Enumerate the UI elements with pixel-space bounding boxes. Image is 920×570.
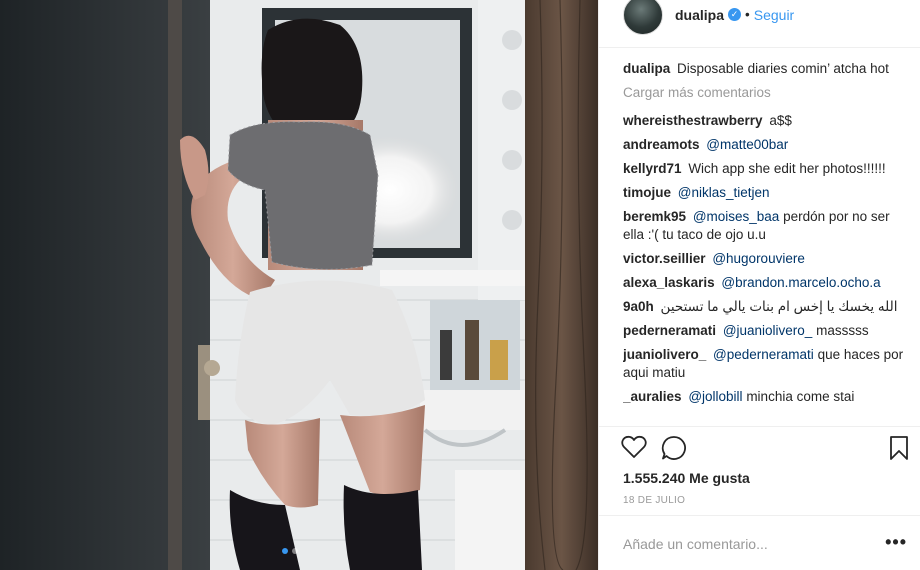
post-side-panel: dualipa ✓ • Seguir dualipa Disposable di… [598, 0, 920, 570]
more-options-button[interactable]: ••• [885, 533, 907, 551]
add-comment-bar: ••• [599, 515, 920, 570]
comment-mention[interactable]: @hugorouviere [712, 251, 805, 266]
action-bar [599, 426, 920, 466]
separator-dot: • [745, 7, 750, 22]
comment-item: victor.seillier @hugorouviere [623, 250, 909, 268]
comment-item: _auralies @jollobill minchia come stai [623, 388, 909, 406]
comment-mention[interactable]: @pederneramati [713, 347, 814, 362]
comment-username[interactable]: whereisthestrawberry [623, 113, 763, 128]
comment-mention[interactable]: @niklas_tietjen [678, 185, 770, 200]
comment-item: juaniolivero_ @pederneramati que haces p… [623, 346, 909, 382]
follow-button[interactable]: Seguir [754, 7, 794, 23]
speech-bubble-icon[interactable] [661, 435, 687, 464]
comment-mention[interactable]: @jollobill [688, 389, 742, 404]
post-image [0, 0, 598, 570]
comment-text: masssss [816, 323, 869, 338]
heart-icon[interactable] [621, 435, 647, 462]
comment-item: 9a0h الله يخسك يا إخس ام بنات يالي ما تس… [623, 298, 909, 316]
post-header: dualipa ✓ • Seguir [599, 0, 920, 48]
comment-mention[interactable]: @juaniolivero_ [723, 323, 813, 338]
comment-username[interactable]: pederneramati [623, 323, 716, 338]
comment-username[interactable]: timojue [623, 185, 671, 200]
carousel-dot-active [282, 548, 288, 554]
comment-text: الله يخسك يا إخس ام بنات يالي ما تستحين [660, 299, 898, 314]
carousel-dots [282, 548, 298, 554]
bookmark-icon[interactable] [889, 435, 909, 464]
comment-username[interactable]: 9a0h [623, 299, 654, 314]
comment-item: beremk95 @moises_baa perdón por no ser e… [623, 208, 909, 244]
comment-item: timojue @niklas_tietjen [623, 184, 909, 202]
comment-username[interactable]: beremk95 [623, 209, 686, 224]
comment-item: pederneramati @juaniolivero_ masssss [623, 322, 909, 340]
post-photo[interactable] [0, 0, 598, 570]
comment-username[interactable]: _auralies [623, 389, 682, 404]
comment-text: Wich app she edit her photos!!!!!! [688, 161, 886, 176]
comment-username[interactable]: alexa_laskaris [623, 275, 715, 290]
comment-username[interactable]: juaniolivero_ [623, 347, 706, 362]
comment-item: whereisthestrawberry a$$ [623, 112, 909, 130]
carousel-dot [292, 548, 298, 554]
comment-username[interactable]: kellyrd71 [623, 161, 682, 176]
comment-username[interactable]: victor.seillier [623, 251, 706, 266]
comments-list[interactable]: dualipa Disposable diaries comin’ atcha … [623, 60, 909, 426]
comment-mention[interactable]: @moises_baa [693, 209, 780, 224]
post-date[interactable]: 18 DE JULIO [623, 495, 685, 506]
load-more-comments-button[interactable]: Cargar más comentarios [623, 84, 909, 102]
comment-item: kellyrd71 Wich app she edit her photos!!… [623, 160, 909, 178]
comment-text: a$$ [769, 113, 792, 128]
comment-mention[interactable]: @brandon.marcelo.ocho.a [721, 275, 880, 290]
post-username[interactable]: dualipa [675, 7, 724, 23]
caption-text: Disposable diaries comin’ atcha hot [677, 61, 889, 76]
verified-badge-icon: ✓ [728, 8, 742, 21]
comment-item: alexa_laskaris @brandon.marcelo.ocho.a [623, 274, 909, 292]
comment-username[interactable]: andreamots [623, 137, 700, 152]
avatar[interactable] [623, 0, 663, 35]
comment-text: minchia come stai [746, 389, 855, 404]
comment-item: andreamots @matte00bar [623, 136, 909, 154]
caption-username[interactable]: dualipa [623, 61, 670, 76]
comment-mention[interactable]: @matte00bar [706, 137, 788, 152]
comment-input[interactable] [623, 534, 873, 554]
caption: dualipa Disposable diaries comin’ atcha … [623, 60, 909, 78]
like-count[interactable]: 1.555.240 Me gusta [623, 470, 750, 486]
